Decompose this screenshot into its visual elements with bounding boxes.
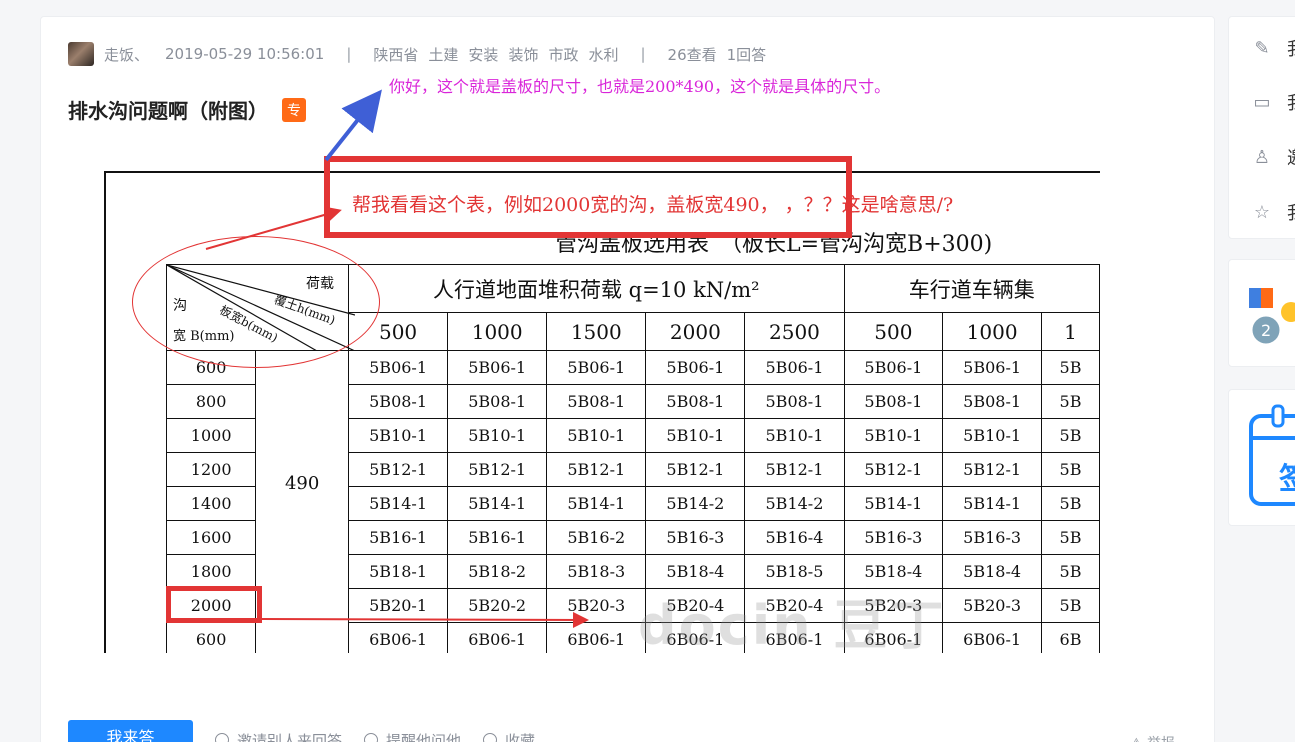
sidebar-item[interactable]: ▭ 我: [1251, 89, 1295, 115]
sidebar-menu: ✎ 我 ▭ 我 ♙ 邀 ☆ 我: [1228, 16, 1295, 239]
comment-icon: ▭: [1253, 91, 1271, 113]
sidebar-item-label: 我: [1287, 89, 1295, 115]
edit-icon: ✎: [1254, 37, 1270, 59]
invite-label: 邀请别人来回答: [237, 731, 343, 742]
report-label: 举报: [1147, 736, 1175, 742]
sidebar-item[interactable]: ✎ 我: [1251, 35, 1295, 61]
action-bar: 我来答 邀请别人来回答 提醒他问他 收藏: [68, 720, 535, 742]
sidebar-item[interactable]: ☆ 我: [1251, 199, 1295, 225]
sidebar-item-label: 邀: [1287, 144, 1295, 170]
sidebar-item-label: 我: [1287, 35, 1295, 61]
checkin-card[interactable]: 签: [1228, 389, 1295, 526]
remind-action[interactable]: 提醒他问他: [364, 730, 461, 742]
red-arrow-row: [261, 611, 589, 628]
medal-icon: 2: [1249, 288, 1295, 347]
sidebar-item[interactable]: ♙ 邀: [1251, 144, 1295, 170]
svg-text:2: 2: [1261, 321, 1271, 340]
report-icon: ⚠: [1130, 736, 1143, 742]
report-link[interactable]: ⚠ 举报: [1130, 733, 1175, 742]
invite-action[interactable]: 邀请别人来回答: [215, 730, 342, 742]
blue-arrow: [324, 89, 382, 162]
favorite-action[interactable]: 收藏: [483, 730, 535, 742]
answer-button[interactable]: 我来答: [68, 720, 193, 742]
annotation-arrows: [205, 89, 589, 628]
medal-card[interactable]: 2: [1228, 259, 1295, 367]
favorite-icon: [483, 733, 498, 742]
sidebar-item-label: 我: [1287, 199, 1295, 225]
star-icon: ☆: [1253, 201, 1271, 223]
remind-icon: [364, 733, 379, 742]
favorite-label: 收藏: [505, 731, 536, 742]
remind-label: 提醒他问他: [386, 731, 462, 742]
user-add-icon: ♙: [1253, 146, 1271, 168]
checkin-label: 签: [1279, 454, 1295, 498]
red-arrow-question: [205, 206, 342, 250]
invite-icon: [215, 733, 229, 742]
